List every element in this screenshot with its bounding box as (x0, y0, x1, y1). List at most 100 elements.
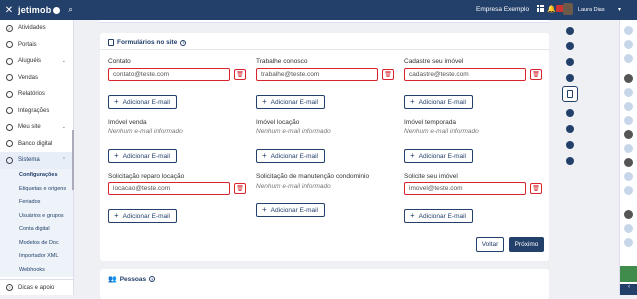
trash-icon[interactable]: 🗑 (530, 69, 542, 80)
brand-logo[interactable]: jetimob (18, 5, 61, 15)
sidebar-subitem-etiquetas[interactable]: Etiquetas e origens (0, 182, 73, 196)
close-icon[interactable]: ✕ (0, 5, 18, 16)
section-nav-icon[interactable] (566, 58, 574, 66)
info-icon[interactable]: ? (149, 276, 156, 282)
sidebar-item-label: Atividades (18, 25, 46, 32)
sidebar-item-meu-site[interactable]: Meu site ⌄ (0, 119, 73, 136)
add-email-button-solicite-imovel[interactable]: + Adicionar E-mail (404, 209, 473, 223)
empty-email-text: Nenhum e-mail informado (404, 128, 479, 135)
add-email-button-manutencao-condominio[interactable]: + Adicionar E-mail (256, 203, 325, 217)
help-label: Dicas e apoio (18, 284, 55, 291)
email-field-trabalhe[interactable]: trabalhe@teste.com (256, 68, 378, 81)
section-nav-icon[interactable] (566, 157, 574, 165)
bell-icon[interactable]: 🔔 (547, 5, 556, 13)
empty-email-text: Nenhum e-mail informado (256, 183, 331, 190)
bank-icon (6, 140, 13, 148)
chevron-left-icon[interactable]: ‹ (620, 284, 637, 295)
trash-icon[interactable]: 🗑 (382, 69, 394, 80)
chat-contact-avatar[interactable] (624, 172, 633, 181)
chat-contact-avatar[interactable] (624, 26, 633, 35)
chat-contact-avatar[interactable] (624, 210, 633, 219)
sidebar-item-atividades[interactable]: ✓ Atividades (0, 20, 73, 37)
section-nav-icon[interactable] (566, 42, 574, 50)
sidebar-item-vendas[interactable]: Vendas (0, 70, 73, 87)
chat-contact-avatar[interactable] (624, 102, 633, 111)
field-label-cadastre: Cadastre seu imóvel (404, 58, 464, 65)
email-field-solicite-imovel[interactable]: imovel@teste.com (404, 182, 526, 195)
empty-email-text: Nenhum e-mail informado (108, 128, 183, 135)
trash-icon[interactable]: 🗑 (234, 183, 246, 194)
plus-icon: + (262, 151, 267, 160)
sidebar-subitem-usuarios[interactable]: Usuários e grupos (0, 209, 73, 223)
check-circle-icon: ✓ (6, 24, 13, 32)
add-email-label: Adicionar E-mail (122, 98, 170, 106)
add-email-button-reparo-locacao[interactable]: + Adicionar E-mail (108, 209, 177, 223)
sidebar-subitem-feriados[interactable]: Feriados (0, 195, 73, 209)
chat-contact-avatar[interactable] (624, 40, 633, 49)
add-email-label: Adicionar E-mail (418, 98, 466, 106)
sidebar-subitem-configuracoes[interactable]: Configurações (0, 168, 73, 182)
add-email-button-imovel-temporada[interactable]: + Adicionar E-mail (404, 149, 473, 163)
apps-grid-icon[interactable] (537, 5, 544, 12)
whatsapp-button[interactable] (620, 266, 637, 282)
section-nav-icon[interactable] (566, 125, 574, 133)
info-icon[interactable]: ? (180, 39, 187, 46)
sidebar-item-portais[interactable]: Portais (0, 37, 73, 54)
sidebar-item-integracoes[interactable]: Integrações (0, 103, 73, 120)
email-field-cadastre[interactable]: cadastre@teste.com (404, 68, 526, 81)
add-email-button-trabalhe[interactable]: + Adicionar E-mail (256, 95, 325, 109)
user-name[interactable]: Laura Dias (578, 7, 605, 13)
chat-contact-avatar[interactable] (624, 74, 633, 83)
chat-contact-avatar[interactable] (624, 158, 633, 167)
trash-icon[interactable]: 🗑 (530, 183, 542, 194)
chat-contact-avatar[interactable] (624, 238, 633, 247)
report-icon (6, 90, 13, 98)
avatar[interactable] (563, 3, 573, 15)
chat-contact-avatar[interactable] (624, 186, 633, 195)
chat-contact-avatar[interactable] (624, 130, 633, 139)
search-icon[interactable]: ⌕ (68, 5, 72, 15)
sidebar-subitem-modelos-doc[interactable]: Modelos de Doc (0, 236, 73, 250)
chevron-down-icon[interactable]: ▾ (618, 6, 621, 13)
section-nav-icon[interactable] (566, 141, 574, 149)
chat-contact-avatar[interactable] (624, 144, 633, 153)
sidebar-item-sistema[interactable]: Sistema ⌃ (0, 152, 73, 169)
section-nav-icon[interactable] (566, 109, 574, 117)
section-nav-icon[interactable] (566, 27, 574, 35)
plus-icon: + (410, 97, 415, 106)
sidebar-item-banco-digital[interactable]: Banco digital (0, 136, 73, 153)
field-label-reparo-locacao: Solicitação reparo locação (108, 173, 185, 180)
section-nav-icon[interactable] (566, 74, 574, 82)
help-link[interactable]: ? Dicas e apoio (0, 279, 74, 295)
add-email-button-imovel-locacao[interactable]: + Adicionar E-mail (256, 149, 325, 163)
divider (100, 49, 549, 50)
chat-contact-avatar[interactable] (624, 116, 633, 125)
company-name[interactable]: Empresa Exemplo (476, 6, 529, 13)
back-button[interactable]: Voltar (476, 237, 504, 252)
sidebar-subitem-webhooks[interactable]: Webhooks (0, 263, 73, 277)
add-email-button-imovel-venda[interactable]: + Adicionar E-mail (108, 149, 177, 163)
chat-contact-avatar[interactable] (624, 54, 633, 63)
add-email-label: Adicionar E-mail (122, 212, 170, 220)
help-icon: ? (6, 284, 13, 291)
sidebar-item-alugueis[interactable]: Aluguéis ⌄ (0, 53, 73, 70)
next-button[interactable]: Próximo (509, 237, 544, 252)
trash-icon[interactable]: 🗑 (234, 69, 246, 80)
email-field-contato[interactable]: contato@teste.com (108, 68, 230, 81)
sidebar-item-relatorios[interactable]: Relatórios (0, 86, 73, 103)
sidebar-item-label: Meu site (18, 124, 41, 131)
field-label-imovel-temporada: Imóvel temporada (404, 119, 457, 126)
add-email-button-contato[interactable]: + Adicionar E-mail (108, 95, 177, 109)
add-email-button-cadastre[interactable]: + Adicionar E-mail (404, 95, 473, 109)
section-nav-forms-active[interactable] (562, 86, 578, 102)
plus-icon: + (114, 97, 119, 106)
monitor-icon (6, 156, 13, 164)
chat-contact-avatar[interactable] (624, 88, 633, 97)
chat-contact-avatar[interactable] (624, 224, 633, 233)
sidebar-subitem-conta-digital[interactable]: Conta digital (0, 222, 73, 236)
email-field-reparo-locacao[interactable]: locacao@teste.com (108, 182, 230, 195)
sidebar-subitem-importador-xml[interactable]: Importador XML (0, 249, 73, 263)
field-label-imovel-locacao: Imóvel locação (256, 119, 300, 126)
field-label-contato: Contato (108, 58, 131, 65)
sidebar-scrollbar[interactable] (72, 130, 74, 190)
